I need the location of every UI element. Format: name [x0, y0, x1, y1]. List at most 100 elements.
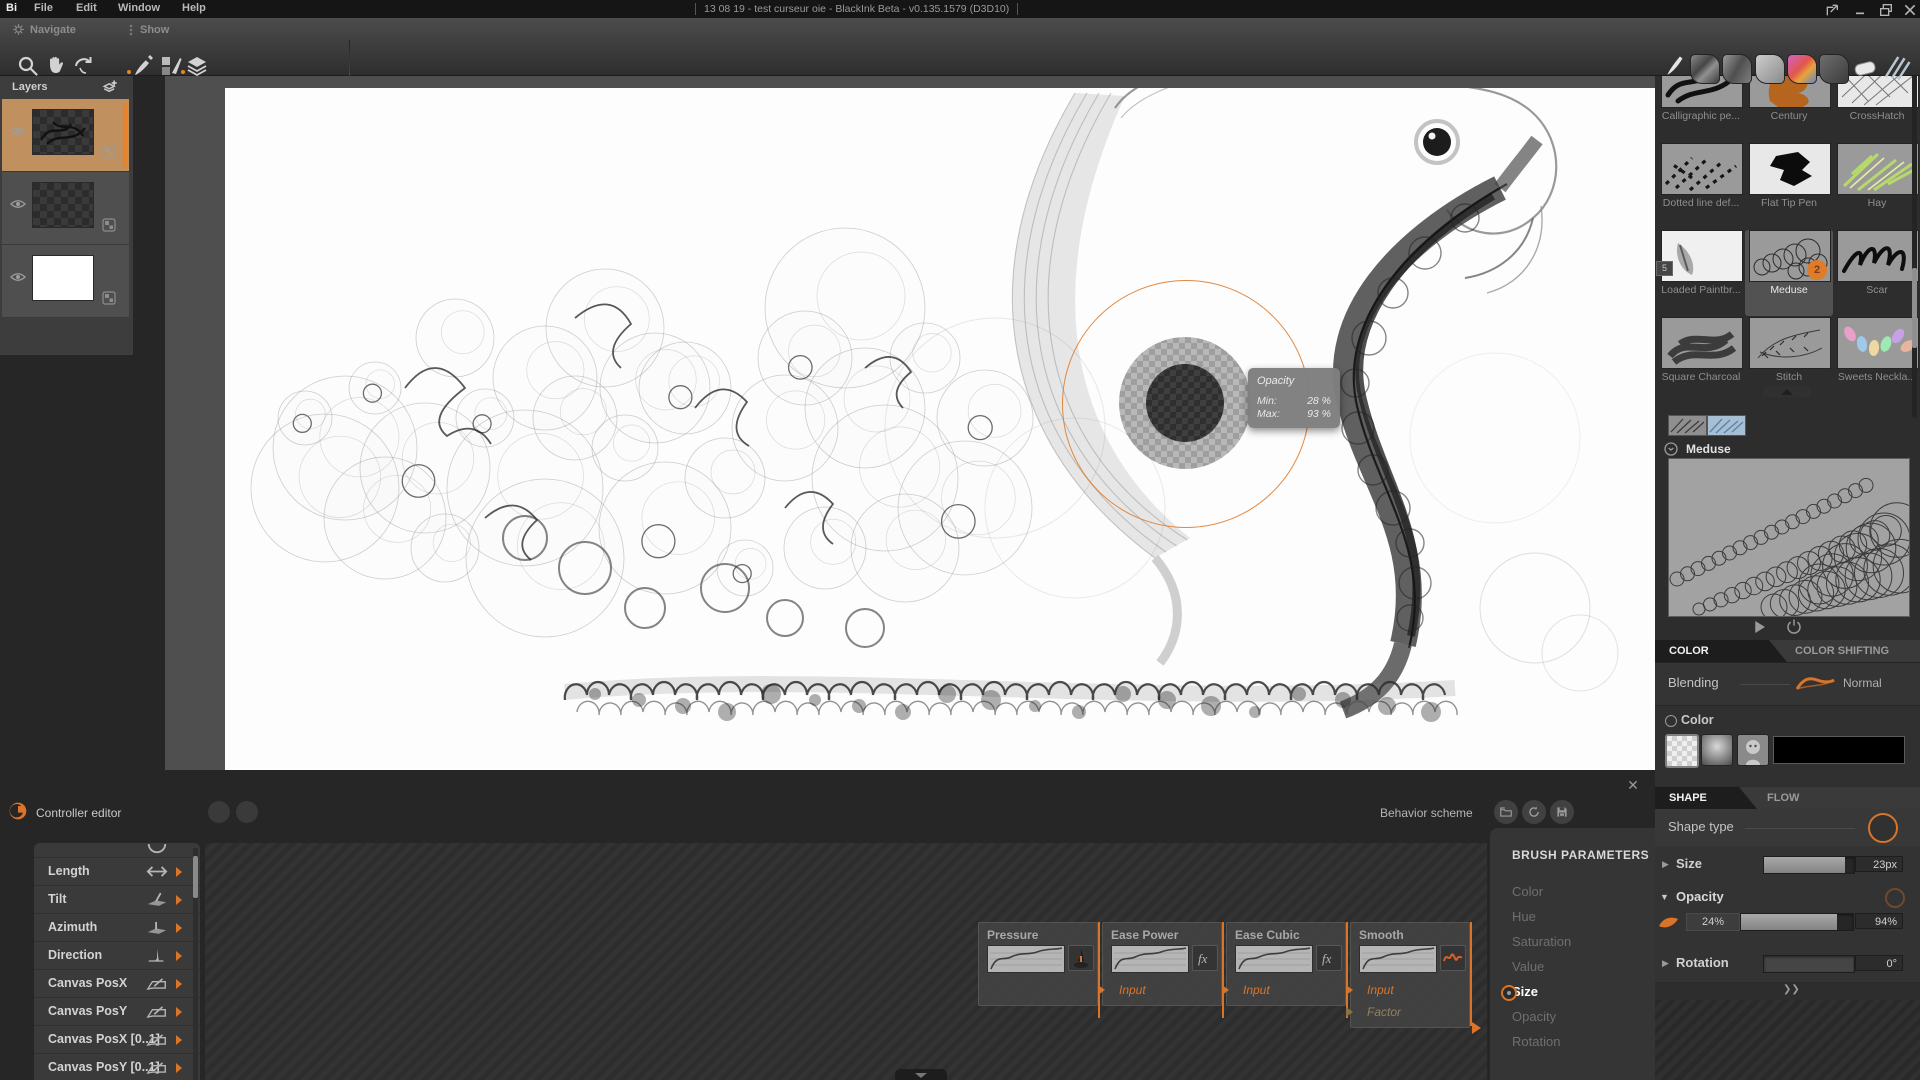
node-smooth[interactable]: SmoothInputFactor [1350, 922, 1470, 1028]
node-fx-button[interactable]: fx [1192, 945, 1218, 971]
brush-preset-dotted[interactable]: Dotted line def... [1657, 143, 1745, 229]
brush-parameter-opacity[interactable]: Opacity [1512, 1009, 1556, 1024]
node-curve-thumbnail[interactable] [1111, 945, 1189, 973]
menu-item-window[interactable]: Window [118, 2, 160, 14]
preset-scrollbar[interactable] [1912, 58, 1917, 418]
node-port-factor[interactable]: Factor [1367, 1005, 1401, 1019]
node-stylus-button[interactable] [1068, 945, 1094, 971]
node-wave-button[interactable] [1440, 945, 1466, 971]
opacity-min-value[interactable]: 24% [1686, 913, 1740, 931]
preview-play-icon[interactable] [1750, 618, 1768, 636]
node-curve-thumbnail[interactable] [987, 945, 1065, 973]
tab-flow[interactable]: FLOW [1767, 787, 1799, 809]
brush-detail-header[interactable]: Meduse [1663, 441, 1731, 457]
behavior-scheme-open-icon[interactable] [1494, 800, 1518, 824]
close-icon[interactable] [1902, 2, 1918, 15]
preset-scroll-up-handle[interactable] [1763, 386, 1811, 397]
blending-mode-icon[interactable] [1793, 671, 1837, 695]
color-image-button[interactable] [1737, 734, 1769, 766]
rotation-expand-caret[interactable]: ▶ [1662, 958, 1669, 969]
show-brush-cursor-icon[interactable] [132, 54, 156, 78]
node-port-input[interactable]: Input [1119, 983, 1146, 997]
rotation-value[interactable]: 0° [1855, 955, 1903, 971]
node-pressure[interactable]: Pressure [978, 922, 1098, 1006]
controller-input-canvas-posy-0-1-[interactable]: Canvas PosY [0..1] [34, 1054, 200, 1080]
controller-input-length[interactable]: Length [34, 858, 200, 886]
brush-preset-hay[interactable]: Hay [1833, 143, 1920, 229]
bottom-panel-handle[interactable] [895, 1069, 947, 1080]
size-slider[interactable] [1763, 856, 1855, 874]
rotate-view-tool-icon[interactable] [72, 54, 96, 78]
zoom-tool-icon[interactable] [16, 54, 40, 78]
layer-item-3[interactable] [2, 245, 129, 318]
opacity-collapse-caret[interactable]: ▼ [1660, 892, 1669, 902]
tab-color-shifting[interactable]: COLOR SHIFTING [1795, 640, 1889, 662]
layer-thumbnail[interactable] [32, 109, 94, 155]
brush-preset-flat[interactable]: Flat Tip Pen [1745, 143, 1833, 229]
shape-type-circle-icon[interactable] [1868, 813, 1898, 843]
node-fx-button[interactable]: fx [1316, 945, 1342, 971]
node-port-input[interactable]: Input [1243, 983, 1270, 997]
brush-preset-sweets[interactable]: Sweets Neckla... [1833, 317, 1920, 403]
restore-icon[interactable] [1878, 2, 1894, 15]
add-layer-icon[interactable] [100, 78, 120, 96]
controller-input-canvas-posx-0-1-[interactable]: Canvas PosX [0..1] [34, 1026, 200, 1054]
controller-list-scrollbar[interactable] [193, 848, 198, 1080]
layer-visibility-eye-icon[interactable] [10, 198, 26, 210]
opacity-slider[interactable] [1740, 913, 1854, 931]
controller-editor-close-icon[interactable]: ✕ [1626, 778, 1640, 792]
layer-visibility-eye-icon[interactable] [10, 271, 26, 283]
brush-parameter-saturation[interactable]: Saturation [1512, 934, 1571, 949]
tab-color[interactable]: COLOR [1655, 640, 1787, 662]
layer-alpha-icon[interactable] [102, 218, 116, 232]
current-color-swatch[interactable] [1773, 736, 1905, 764]
controller-input-azimuth[interactable]: Azimuth [34, 914, 200, 942]
layer-thumbnail[interactable] [32, 182, 94, 228]
snap-corner-icon[interactable] [1824, 2, 1840, 15]
menu-item-file[interactable]: File [34, 2, 53, 14]
controller-input-tilt[interactable]: Tilt [34, 886, 200, 914]
opacity-max-value[interactable]: 94% [1855, 913, 1903, 929]
brush-parameter-size[interactable]: Size [1512, 984, 1538, 999]
tab-shape[interactable]: SHAPE [1655, 787, 1757, 809]
shape-more-chevron[interactable]: ❯❯ [1783, 984, 1800, 995]
size-value[interactable]: 23px [1855, 856, 1903, 872]
node-curve-thumbnail[interactable] [1359, 945, 1437, 973]
color-dome-button[interactable] [1701, 734, 1733, 766]
behavior-scheme-reset-icon[interactable] [1522, 800, 1546, 824]
controller-editor-button-2[interactable] [236, 801, 258, 823]
node-ease-power[interactable]: Ease PowerfxInput [1102, 922, 1222, 1006]
menu-item-help[interactable]: Help [182, 2, 206, 14]
liner-brush-tool-icon[interactable] [1663, 52, 1689, 80]
preview-power-icon[interactable] [1785, 618, 1803, 636]
pan-tool-icon[interactable] [44, 54, 68, 78]
brush-type-5-icon[interactable] [1819, 54, 1849, 84]
brush-parameter-color[interactable]: Color [1512, 884, 1543, 899]
behavior-scheme-save-icon[interactable] [1550, 800, 1574, 824]
eraser-tool-icon[interactable] [1853, 58, 1877, 78]
layer-alpha-icon[interactable] [102, 291, 116, 305]
layer-item-2[interactable] [2, 172, 129, 245]
brush-parameter-value[interactable]: Value [1512, 959, 1544, 974]
show-layers-icon[interactable] [185, 54, 209, 78]
color-palette-button[interactable] [1665, 734, 1699, 768]
collapse-chevron-icon[interactable] [1663, 441, 1679, 457]
size-expand-caret[interactable]: ▶ [1662, 859, 1669, 870]
node-graph-area[interactable]: PressureEase PowerfxInputEase CubicfxInp… [205, 843, 1487, 1080]
brush-preset-meduse[interactable]: Meduse2 [1745, 230, 1833, 316]
blending-value[interactable]: Normal [1843, 676, 1882, 690]
layer-thumbnail[interactable] [32, 255, 94, 301]
controller-input-canvas-posy[interactable]: Canvas PosY [34, 998, 200, 1026]
brush-type-2-icon[interactable] [1722, 54, 1752, 84]
node-ease-cubic[interactable]: Ease CubicfxInput [1226, 922, 1346, 1006]
brush-parameter-hue[interactable]: Hue [1512, 909, 1536, 924]
canvas-viewport[interactable] [165, 75, 1655, 770]
show-interface-icon[interactable] [159, 54, 183, 78]
layer-item-1[interactable] [2, 99, 129, 172]
brush-variant-thumb-1[interactable] [1668, 415, 1707, 436]
brush-preset-charcoal[interactable]: Square Charcoal [1657, 317, 1745, 403]
controller-input-partial[interactable] [34, 843, 200, 858]
controller-input-direction[interactable]: Direction [34, 942, 200, 970]
controller-input-canvas-posx[interactable]: Canvas PosX [34, 970, 200, 998]
hatch-brush-tool-icon[interactable] [1882, 52, 1912, 80]
